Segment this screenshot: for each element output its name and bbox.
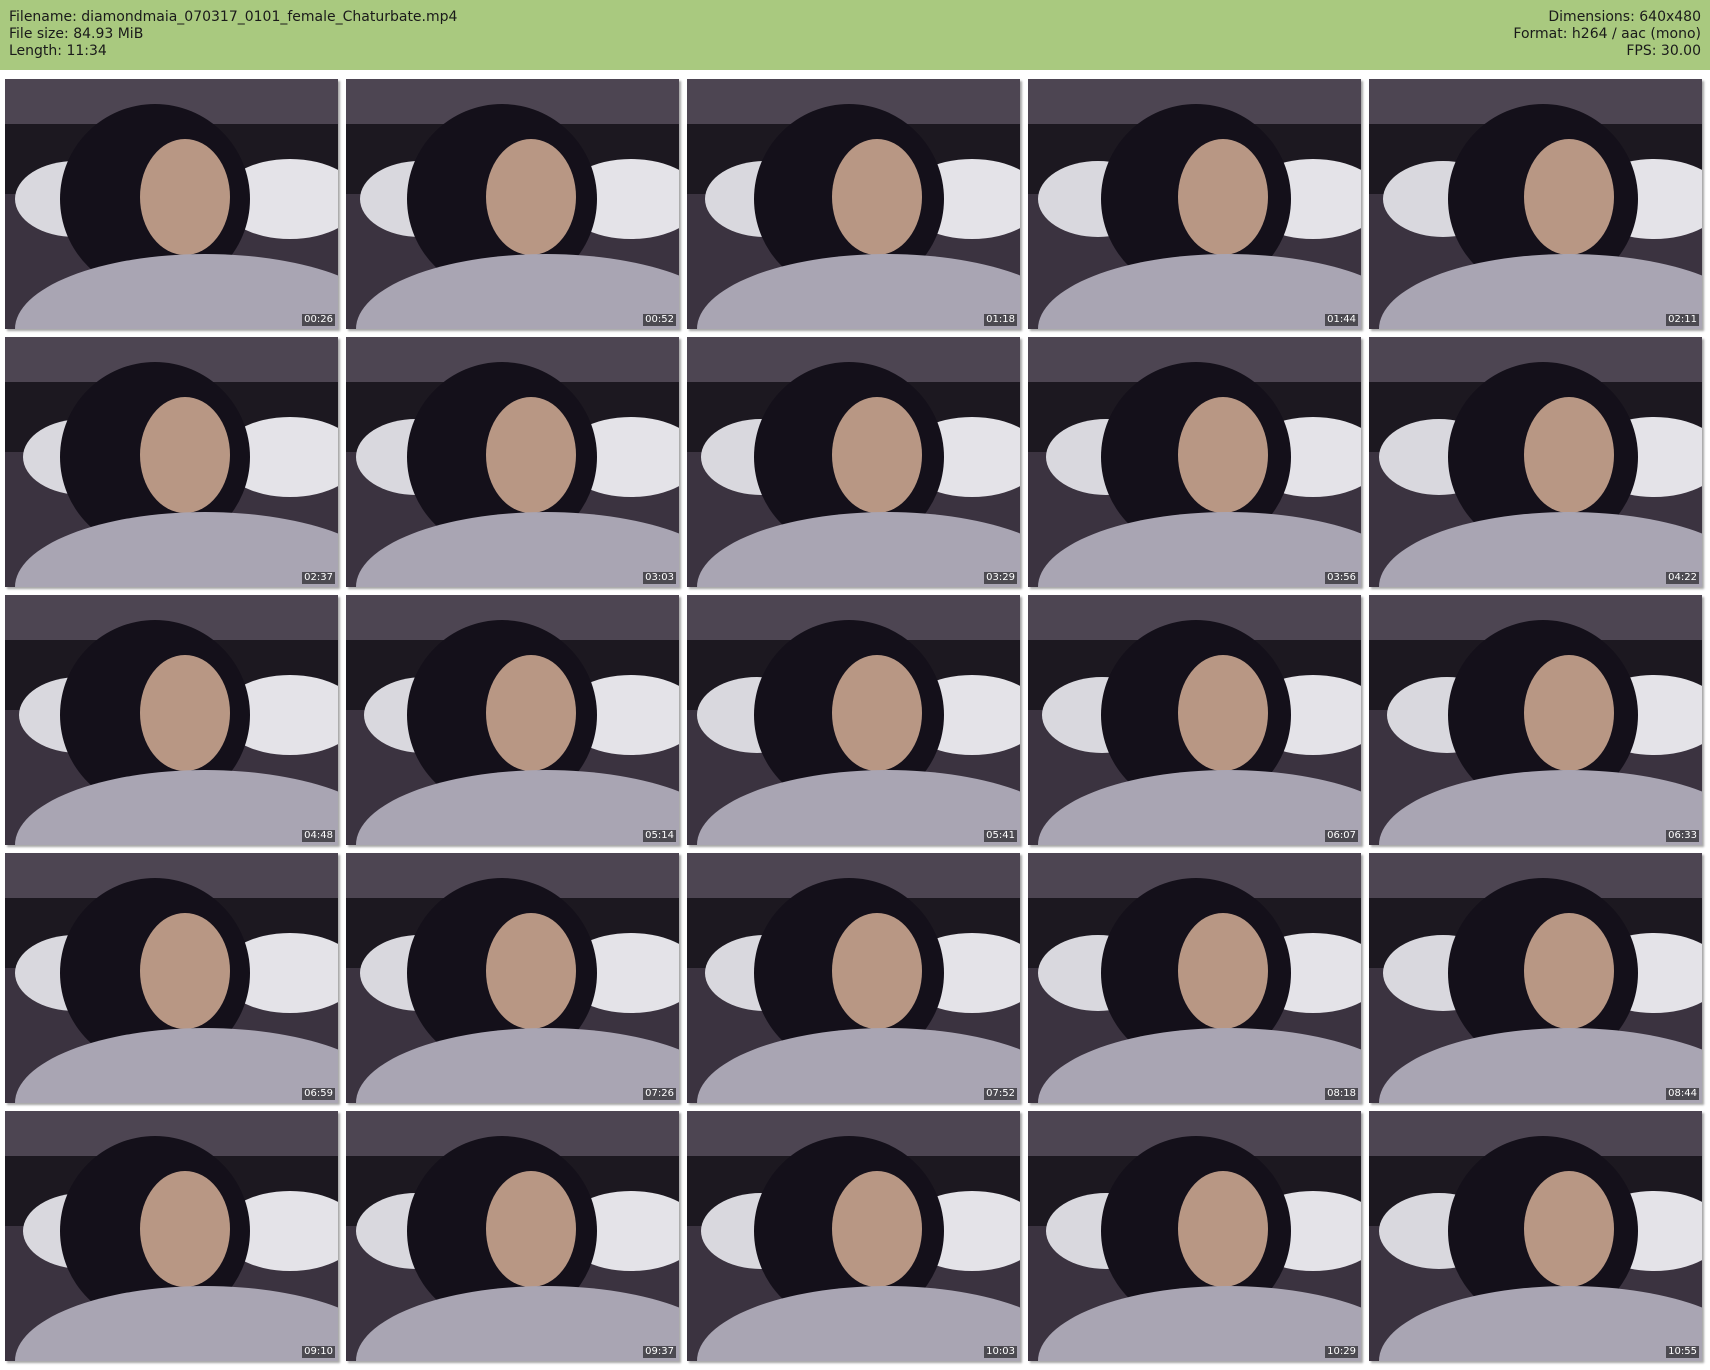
thumbnail-timestamp: 07:52	[984, 1088, 1017, 1100]
video-thumbnail[interactable]: 07:52	[687, 853, 1020, 1103]
thumbnail-image	[687, 853, 1020, 1103]
thumbnail-timestamp: 09:10	[302, 1346, 335, 1358]
thumbnail-image	[1369, 1111, 1702, 1361]
thumbnail-timestamp: 10:03	[984, 1346, 1017, 1358]
video-thumbnail[interactable]: 10:03	[687, 1111, 1020, 1361]
video-thumbnail[interactable]: 05:41	[687, 595, 1020, 845]
thumbnail-timestamp: 10:55	[1666, 1346, 1699, 1358]
video-thumbnail[interactable]: 07:26	[346, 853, 679, 1103]
thumbnail-timestamp: 06:33	[1666, 830, 1699, 842]
thumbnail-timestamp: 06:59	[302, 1088, 335, 1100]
info-left: Filename: diamondmaia_070317_0101_female…	[9, 9, 457, 60]
thumbnail-image	[687, 79, 1020, 329]
thumbnail-timestamp: 02:11	[1666, 314, 1699, 326]
thumbnail-image	[346, 853, 679, 1103]
thumbnail-timestamp: 04:48	[302, 830, 335, 842]
thumbnail-timestamp: 01:44	[1325, 314, 1358, 326]
thumbnail-grid: 00:26 00:52 01:18 01:44 02:11 02:37 03:0…	[5, 79, 1705, 1367]
thumbnail-timestamp: 06:07	[1325, 830, 1358, 842]
video-thumbnail[interactable]: 08:18	[1028, 853, 1361, 1103]
thumbnail-timestamp: 09:37	[643, 1346, 676, 1358]
thumbnail-timestamp: 00:26	[302, 314, 335, 326]
thumbnail-timestamp: 02:37	[302, 572, 335, 584]
thumbnail-timestamp: 03:03	[643, 572, 676, 584]
thumbnail-image	[1028, 853, 1361, 1103]
thumbnail-timestamp: 05:14	[643, 830, 676, 842]
video-thumbnail[interactable]: 10:55	[1369, 1111, 1702, 1361]
thumbnail-image	[5, 337, 338, 587]
thumbnail-timestamp: 00:52	[643, 314, 676, 326]
thumbnail-timestamp: 08:44	[1666, 1088, 1699, 1100]
thumbnail-image	[1369, 337, 1702, 587]
video-thumbnail[interactable]: 01:18	[687, 79, 1020, 329]
video-thumbnail[interactable]: 04:22	[1369, 337, 1702, 587]
thumbnail-timestamp: 10:29	[1325, 1346, 1358, 1358]
video-thumbnail[interactable]: 03:03	[346, 337, 679, 587]
video-thumbnail[interactable]: 01:44	[1028, 79, 1361, 329]
thumbnail-timestamp: 03:29	[984, 572, 1017, 584]
video-thumbnail[interactable]: 06:07	[1028, 595, 1361, 845]
length-text: Length: 11:34	[9, 43, 107, 59]
format-text: Format: h264 / aac (mono)	[1513, 26, 1701, 42]
thumbnail-image	[1369, 853, 1702, 1103]
video-thumbnail[interactable]: 08:44	[1369, 853, 1702, 1103]
video-thumbnail[interactable]: 00:26	[5, 79, 338, 329]
video-thumbnail[interactable]: 05:14	[346, 595, 679, 845]
thumbnail-image	[687, 337, 1020, 587]
video-thumbnail[interactable]: 03:56	[1028, 337, 1361, 587]
thumbnail-image	[1028, 1111, 1361, 1361]
filesize-text: File size: 84.93 MiB	[9, 26, 144, 42]
thumbnail-image	[5, 853, 338, 1103]
video-thumbnail[interactable]: 02:11	[1369, 79, 1702, 329]
thumbnail-image	[1028, 79, 1361, 329]
thumbnail-timestamp: 01:18	[984, 314, 1017, 326]
thumbnail-timestamp: 07:26	[643, 1088, 676, 1100]
thumbnail-image	[687, 1111, 1020, 1361]
thumbnail-image	[346, 79, 679, 329]
fps-text: FPS: 30.00	[1626, 43, 1701, 59]
thumbnail-image	[346, 337, 679, 587]
thumbnail-image	[5, 595, 338, 845]
video-thumbnail[interactable]: 00:52	[346, 79, 679, 329]
thumbnail-image	[5, 1111, 338, 1361]
thumbnail-timestamp: 05:41	[984, 830, 1017, 842]
thumbnail-image	[687, 595, 1020, 845]
thumbnail-image	[1028, 337, 1361, 587]
dimensions-text: Dimensions: 640x480	[1548, 9, 1701, 25]
info-right: Dimensions: 640x480 Format: h264 / aac (…	[1513, 9, 1701, 60]
video-thumbnail[interactable]: 04:48	[5, 595, 338, 845]
thumbnail-timestamp: 08:18	[1325, 1088, 1358, 1100]
thumbnail-image	[1369, 79, 1702, 329]
thumbnail-image	[346, 1111, 679, 1361]
video-thumbnail[interactable]: 10:29	[1028, 1111, 1361, 1361]
video-thumbnail[interactable]: 03:29	[687, 337, 1020, 587]
thumbnail-image	[1369, 595, 1702, 845]
video-thumbnail[interactable]: 09:37	[346, 1111, 679, 1361]
thumbnail-image	[346, 595, 679, 845]
video-thumbnail[interactable]: 09:10	[5, 1111, 338, 1361]
thumbnail-timestamp: 04:22	[1666, 572, 1699, 584]
thumbnail-image	[5, 79, 338, 329]
video-thumbnail[interactable]: 02:37	[5, 337, 338, 587]
video-thumbnail[interactable]: 06:33	[1369, 595, 1702, 845]
video-thumbnail[interactable]: 06:59	[5, 853, 338, 1103]
filename-text: Filename: diamondmaia_070317_0101_female…	[9, 9, 458, 25]
thumbnail-timestamp: 03:56	[1325, 572, 1358, 584]
info-header: Filename: diamondmaia_070317_0101_female…	[0, 0, 1710, 70]
thumbnail-image	[1028, 595, 1361, 845]
